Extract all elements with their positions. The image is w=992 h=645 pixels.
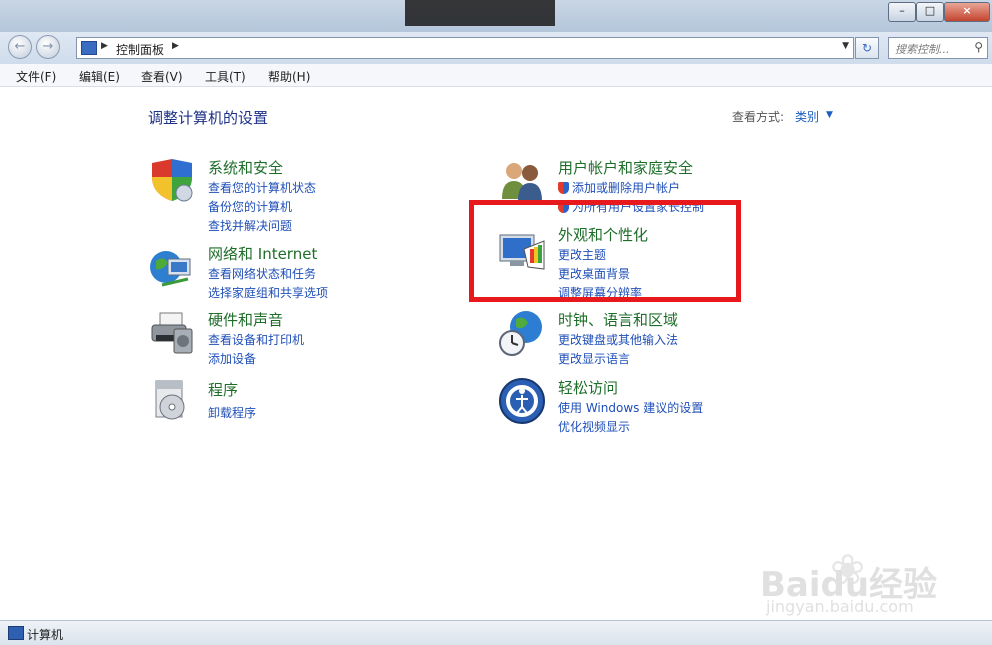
users-icon xyxy=(502,163,542,201)
breadcrumb-arrow-icon[interactable]: ▶ xyxy=(101,41,108,51)
highlight-box xyxy=(469,200,741,302)
link-add-remove-accounts[interactable]: 添加或删除用户帐户 xyxy=(558,179,680,196)
chevron-down-icon[interactable]: ▼ xyxy=(826,110,833,120)
content-area: 调整计算机的设置 查看方式: 类别 ▼ 系统和安全 查看您的计算机状态 备份您的… xyxy=(0,87,992,620)
back-button[interactable]: ← xyxy=(8,35,32,59)
link-troubleshoot[interactable]: 查找并解决问题 xyxy=(208,217,292,234)
search-placeholder: 搜索控制... xyxy=(895,43,950,56)
watermark: ❀ Baidu经验 jingyan.baidu.com xyxy=(760,545,950,625)
title-bar: – □ × xyxy=(0,0,992,32)
view-by-dropdown[interactable]: 类别 xyxy=(795,108,819,125)
link-homegroup-sharing[interactable]: 选择家庭组和共享选项 xyxy=(208,284,328,301)
minimize-button[interactable]: – xyxy=(888,2,916,22)
link-windows-recommended-settings[interactable]: 使用 Windows 建议的设置 xyxy=(558,399,703,416)
close-button[interactable]: × xyxy=(944,2,990,22)
category-title[interactable]: 系统和安全 xyxy=(208,157,283,178)
link-network-status[interactable]: 查看网络状态和任务 xyxy=(208,265,316,282)
breadcrumb-arrow-icon[interactable]: ▶ xyxy=(172,41,179,51)
refresh-button[interactable]: ↻ xyxy=(855,37,879,59)
status-text: 计算机 xyxy=(27,628,64,642)
link-optimize-visual-display[interactable]: 优化视频显示 xyxy=(558,418,630,435)
back-arrow-icon: ← xyxy=(14,39,26,54)
link-devices-printers[interactable]: 查看设备和打印机 xyxy=(208,331,304,348)
link-change-display-language[interactable]: 更改显示语言 xyxy=(558,350,630,367)
link-change-keyboard[interactable]: 更改键盘或其他输入法 xyxy=(558,331,678,348)
control-panel-icon xyxy=(81,41,97,55)
uac-shield-icon xyxy=(558,182,569,194)
search-icon[interactable]: ⚲ xyxy=(974,40,983,54)
refresh-icon: ↻ xyxy=(861,41,873,55)
link-view-computer-status[interactable]: 查看您的计算机状态 xyxy=(208,179,316,196)
status-bar: 计算机 xyxy=(0,620,992,645)
programs-icon xyxy=(155,380,185,420)
chevron-down-icon[interactable]: ▼ xyxy=(842,41,849,51)
breadcrumb-control-panel[interactable]: 控制面板 xyxy=(116,41,164,58)
menu-help[interactable]: 帮助(H) xyxy=(268,68,310,85)
menu-tools[interactable]: 工具(T) xyxy=(205,68,246,85)
maximize-button[interactable]: □ xyxy=(916,2,944,22)
navigation-bar: ← → ▶ 控制面板 ▶ ▼ ↻ 搜索控制... ⚲ xyxy=(0,32,992,64)
shield-icon xyxy=(152,159,193,202)
clock-globe-icon xyxy=(499,311,542,356)
menu-bar: 文件(F) 编辑(E) 查看(V) 工具(T) 帮助(H) xyxy=(0,64,992,87)
ease-of-access-icon xyxy=(499,378,545,424)
watermark-url: jingyan.baidu.com xyxy=(766,597,914,616)
search-input[interactable]: 搜索控制... ⚲ xyxy=(888,37,988,59)
link-label: 添加或删除用户帐户 xyxy=(572,181,681,195)
control-panel-window: – □ × ← → ▶ 控制面板 ▶ ▼ ↻ 搜索控制... ⚲ 文件(F) 编… xyxy=(0,0,992,645)
category-title[interactable]: 程序 xyxy=(208,379,238,400)
link-add-device[interactable]: 添加设备 xyxy=(208,350,256,367)
page-title: 调整计算机的设置 xyxy=(148,109,269,127)
background-ghost-image xyxy=(405,0,555,26)
address-bar[interactable]: ▶ 控制面板 ▶ ▼ xyxy=(76,37,854,59)
network-globe-icon xyxy=(150,251,191,287)
computer-icon xyxy=(8,626,24,640)
category-title[interactable]: 时钟、语言和区域 xyxy=(558,309,678,330)
category-title[interactable]: 轻松访问 xyxy=(558,377,618,398)
forward-button[interactable]: → xyxy=(36,35,60,59)
menu-file[interactable]: 文件(F) xyxy=(16,68,56,85)
forward-arrow-icon: → xyxy=(42,39,54,54)
category-title[interactable]: 用户帐户和家庭安全 xyxy=(558,157,693,178)
menu-view[interactable]: 查看(V) xyxy=(141,68,183,85)
printer-icon xyxy=(151,312,193,354)
menu-edit[interactable]: 编辑(E) xyxy=(79,68,120,85)
category-title[interactable]: 硬件和声音 xyxy=(208,309,283,330)
link-uninstall-program[interactable]: 卸载程序 xyxy=(208,404,256,421)
view-by-label: 查看方式: xyxy=(732,110,785,124)
link-backup-computer[interactable]: 备份您的计算机 xyxy=(208,198,292,215)
category-title[interactable]: 网络和 Internet xyxy=(208,243,317,264)
